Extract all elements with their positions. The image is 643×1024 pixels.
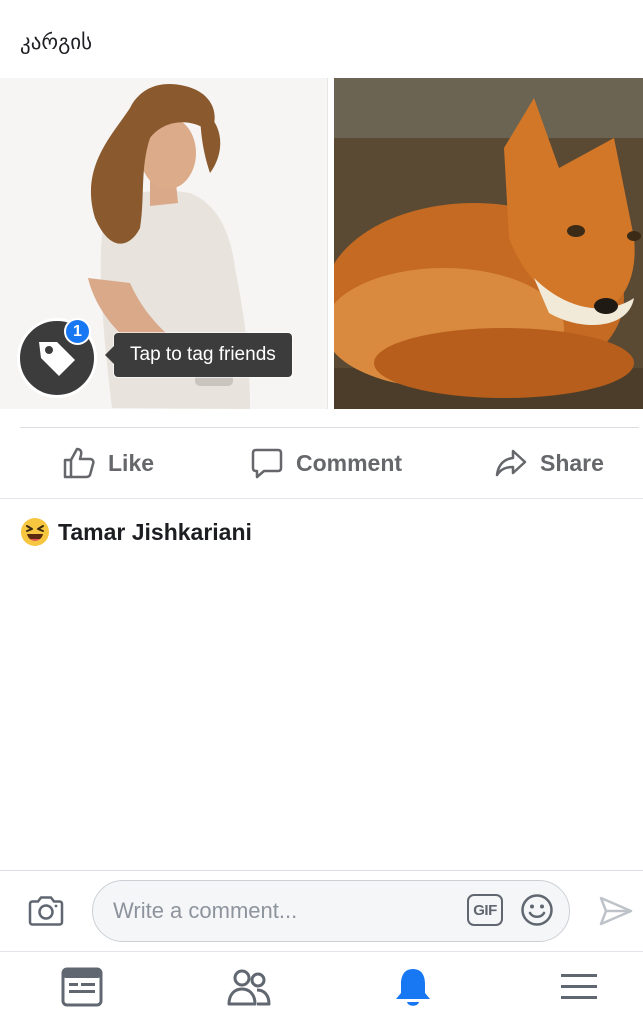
post-screen: კარგის 1 Tap to tag friends Like Comment… <box>0 0 643 1024</box>
like-label: Like <box>108 449 155 476</box>
tag-friends-tooltip[interactable]: Tap to tag friends <box>105 333 292 377</box>
friends-icon[interactable] <box>226 966 272 1008</box>
laughing-emoji-icon <box>21 518 49 546</box>
comment-bubble-icon <box>251 448 283 479</box>
divider <box>0 498 643 499</box>
reaction-row[interactable]: Tamar Jishkariani <box>20 517 252 547</box>
post-text: კარგის <box>20 30 93 54</box>
gif-button[interactable]: GIF <box>467 894 503 926</box>
news-feed-icon[interactable] <box>61 966 103 1008</box>
comment-button[interactable]: Comment <box>250 428 402 498</box>
send-icon[interactable] <box>598 895 634 927</box>
thumbs-up-icon <box>63 447 95 479</box>
share-button[interactable]: Share <box>494 428 604 498</box>
reactor-name: Tamar Jishkariani <box>58 518 252 545</box>
comment-composer: GIF <box>0 871 643 951</box>
comment-input[interactable] <box>113 881 443 940</box>
post-actions: Like Comment Share <box>0 428 643 498</box>
camera-icon[interactable] <box>27 895 65 927</box>
share-arrow-icon <box>495 449 527 477</box>
share-label: Share <box>540 449 604 476</box>
comment-label: Comment <box>296 449 403 476</box>
menu-icon[interactable] <box>560 966 598 1006</box>
comment-field[interactable]: GIF <box>92 880 570 942</box>
notifications-bell-icon[interactable] <box>393 966 433 1010</box>
emoji-icon[interactable] <box>520 893 554 927</box>
tag-count-badge: 1 <box>64 318 91 345</box>
like-button[interactable]: Like <box>62 428 154 498</box>
photo-fox[interactable] <box>334 78 643 409</box>
bottom-tab-bar <box>0 952 643 1024</box>
